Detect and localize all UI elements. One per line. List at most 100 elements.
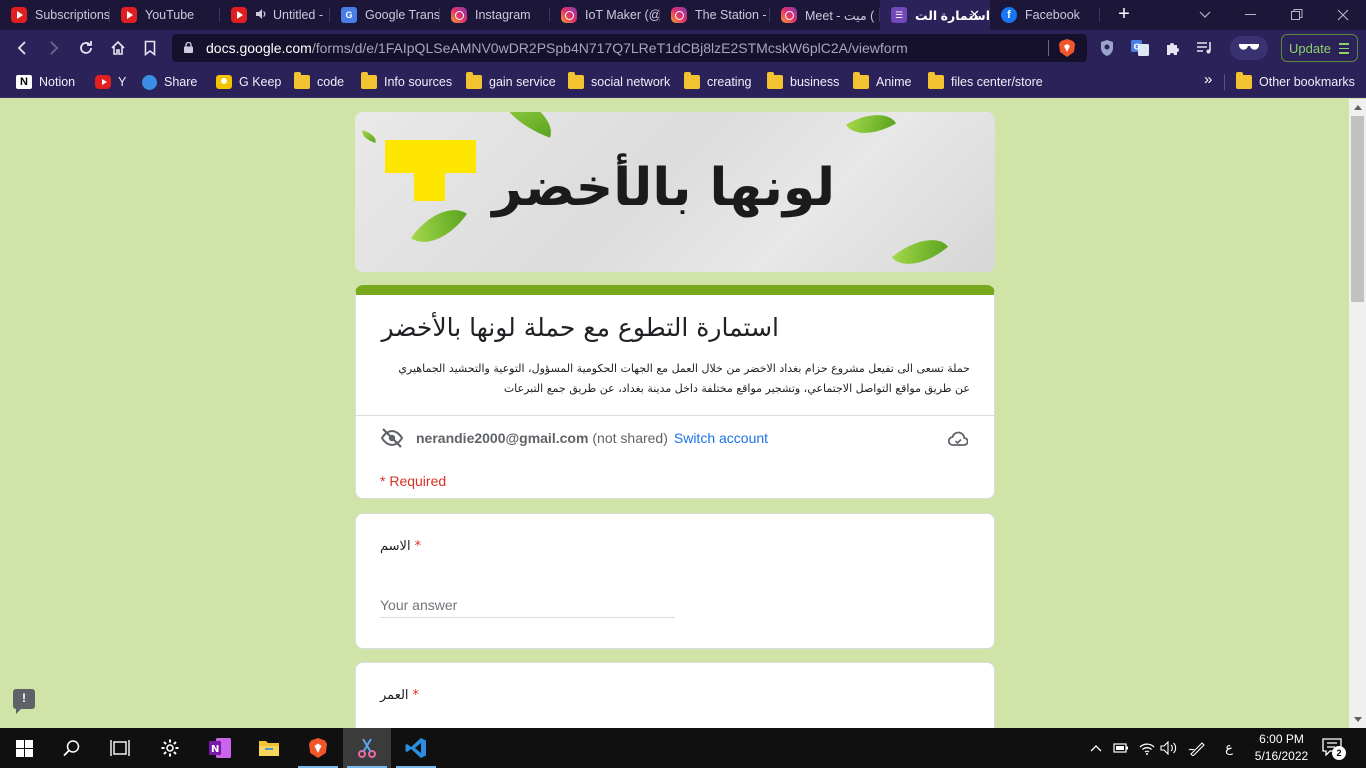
volume-icon[interactable] [1158, 728, 1180, 768]
tab-subscriptions[interactable]: Subscriptions [0, 0, 110, 30]
settings-gear-icon[interactable] [146, 728, 194, 768]
tab-youtube[interactable]: YouTube [110, 0, 220, 30]
tab-iot-maker[interactable]: IoT Maker (@ [550, 0, 660, 30]
bookmark-folder-code[interactable]: code [294, 72, 344, 92]
tab-facebook[interactable]: f Facebook [990, 0, 1100, 30]
back-button[interactable] [11, 37, 33, 59]
bookmark-g-keep[interactable]: G Keep [216, 72, 281, 92]
google-keep-icon [216, 75, 232, 89]
new-tab-button[interactable]: + [1114, 4, 1134, 24]
minimize-button[interactable] [1228, 0, 1274, 30]
bookmark-folder-creating[interactable]: creating [684, 72, 751, 92]
update-button[interactable]: Update [1281, 34, 1358, 62]
vscode-icon[interactable] [392, 728, 440, 768]
tab-volunteer-form[interactable]: ☰ استمارة الت ✕ [880, 0, 990, 30]
form-description-line: عن طريق مواقع التواصل الاجتماعي، وتشجير … [503, 382, 970, 395]
leaf-image [360, 130, 378, 143]
start-windows-icon[interactable] [0, 728, 48, 768]
search-icon[interactable] [48, 728, 96, 768]
extensions-puzzle-icon[interactable] [1163, 38, 1183, 58]
tab-untitled[interactable]: Untitled - [220, 0, 330, 30]
restore-button[interactable] [1274, 0, 1320, 30]
form-description-line: حملة تسعى الى تفيعل مشروع حزام بغداد الا… [398, 362, 970, 375]
speaker-icon[interactable] [255, 8, 267, 23]
tab-strip: Subscriptions YouTube Untitled - G Googl… [0, 0, 1366, 30]
scroll-down-arrow-icon[interactable] [1354, 717, 1362, 722]
share-icon [142, 74, 157, 90]
tab-the-station[interactable]: The Station - [660, 0, 770, 30]
battery-icon[interactable] [1110, 728, 1132, 768]
cloud-saved-icon [948, 431, 968, 446]
onenote-icon[interactable]: N [196, 728, 244, 768]
other-bookmarks-folder[interactable]: Other bookmarks [1236, 72, 1355, 92]
forward-button[interactable] [43, 37, 65, 59]
bookmark-folder-business[interactable]: business [767, 72, 839, 92]
bookmark-folder-files-center[interactable]: files center/store [928, 72, 1043, 92]
required-note: * Required [380, 473, 447, 489]
bookmark-notion[interactable]: N Notion [16, 72, 75, 92]
tab-instagram[interactable]: Instagram [440, 0, 550, 30]
tab-meet[interactable]: Meet - ميت ( [770, 0, 880, 30]
close-window-button[interactable] [1320, 0, 1366, 30]
tab-title: Untitled - [273, 8, 324, 22]
instagram-icon [561, 7, 577, 23]
input-language-indicator[interactable]: ع [1218, 728, 1240, 768]
task-view-icon[interactable] [96, 728, 144, 768]
switch-account-link[interactable]: Switch account [674, 430, 768, 446]
logo-mark [385, 140, 476, 173]
tab-title: Google Transl [365, 8, 440, 22]
tab-title: Instagram [475, 8, 531, 22]
clock-date: 5/16/2022 [1254, 749, 1309, 763]
form-description: حملة تسعى الى تفيعل مشروع حزام بغداد الا… [370, 359, 970, 399]
vpn-shield-icon[interactable] [1097, 38, 1117, 58]
leaf-image [491, 112, 561, 138]
account-row: nerandie2000@gmail.com (not shared) Swit… [380, 428, 768, 448]
folder-icon [1236, 72, 1252, 89]
home-button[interactable] [107, 37, 129, 59]
leaf-image [891, 225, 949, 272]
form-header-banner: لونها بالأخضر [355, 112, 995, 272]
system-clock[interactable]: 6:00 PM 5/16/2022 [1244, 731, 1319, 765]
report-feedback-icon[interactable]: ! [13, 689, 35, 714]
reload-button[interactable] [75, 37, 97, 59]
tab-search-icon[interactable] [1182, 0, 1228, 30]
close-tab-icon[interactable]: ✕ [969, 7, 980, 23]
notification-center-icon[interactable]: 2 [1322, 738, 1346, 760]
bookmarks-divider [1224, 74, 1225, 90]
bookmark-label: Other bookmarks [1259, 75, 1355, 89]
name-answer-input[interactable] [380, 592, 675, 618]
wifi-icon[interactable] [1136, 728, 1158, 768]
bookmark-icon[interactable] [139, 37, 161, 59]
scrollbar-thumb[interactable] [1351, 116, 1364, 302]
tab-google-translate[interactable]: G Google Transl [330, 0, 440, 30]
snipping-tool-icon[interactable] [343, 728, 391, 768]
youtube-icon [231, 7, 247, 23]
page-scrollbar[interactable] [1349, 99, 1366, 728]
profile-sunglasses-icon[interactable] [1230, 36, 1268, 60]
not-shared-label: (not shared) [592, 430, 668, 446]
google-translate-extension-icon[interactable]: G [1130, 38, 1150, 58]
media-playlist-icon[interactable] [1195, 38, 1215, 58]
divider [356, 415, 994, 416]
bookmark-folder-social-network[interactable]: social network [568, 72, 670, 92]
bookmark-folder-gain-service[interactable]: gain service [466, 72, 556, 92]
bookmark-folder-anime[interactable]: Anime [853, 72, 911, 92]
bookmarks-overflow-button[interactable]: » [1204, 71, 1212, 88]
url-domain: docs.google.com [206, 40, 312, 56]
show-hidden-icons-chevron-icon[interactable] [1087, 728, 1105, 768]
question-card-name: الاسم * [355, 513, 995, 649]
youtube-icon [121, 7, 137, 23]
bookmark-share[interactable]: Share [142, 72, 197, 92]
scroll-up-arrow-icon[interactable] [1354, 105, 1362, 110]
pen-workspace-icon[interactable] [1186, 728, 1208, 768]
bookmark-folder-info-sources[interactable]: Info sources [361, 72, 452, 92]
leaf-image [410, 195, 468, 257]
brave-browser-icon[interactable] [294, 728, 342, 768]
file-explorer-icon[interactable] [245, 728, 293, 768]
instagram-icon [671, 7, 687, 23]
brave-shields-icon[interactable] [1058, 38, 1076, 58]
address-bar[interactable]: docs.google.com/forms/d/e/1FAIpQLSeAMNV0… [172, 34, 1087, 62]
folder-icon [928, 72, 944, 89]
bookmark-label: Info sources [384, 75, 453, 89]
bookmark-y[interactable]: Y [95, 72, 126, 92]
